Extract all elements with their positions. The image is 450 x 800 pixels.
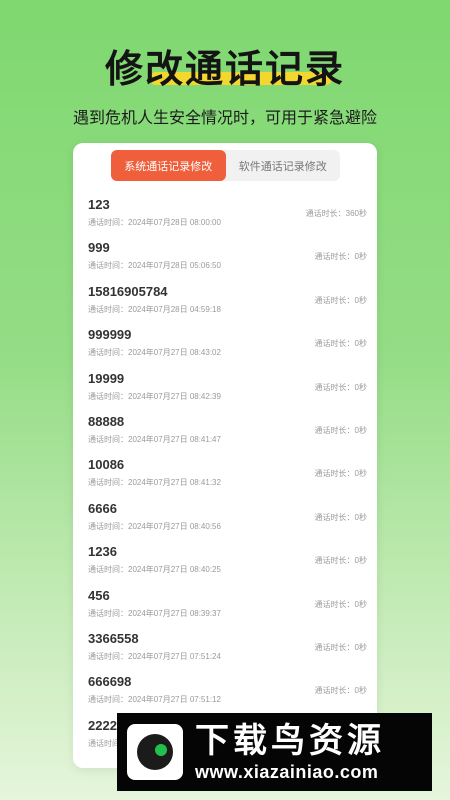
page-subtitle: 遇到危机人生安全情况时，可用于紧急避险 <box>72 110 377 127</box>
call-duration: 通话时长：0秒 <box>314 469 367 479</box>
call-number: 2222 <box>88 717 117 733</box>
call-duration: 通话时长：0秒 <box>314 382 367 392</box>
call-record-row[interactable]: 123 通话时间：2024年07月28日 08:00:00 通话时长：360秒 <box>73 193 377 236</box>
call-number: 6666 <box>88 500 117 516</box>
bird-logo-icon <box>127 724 183 780</box>
call-number: 15816905784 <box>88 283 168 299</box>
call-time: 通话时间：2024年07月27日 08:41:32 <box>88 478 221 488</box>
call-duration: 通话时长：360秒 <box>305 209 367 218</box>
call-time: 通话时间：2024年07月28日 08:00:00 <box>88 218 221 227</box>
call-number: 3366558 <box>88 630 139 646</box>
call-time: 通话时间：2024年07月27日 08:39:37 <box>88 608 221 618</box>
call-duration: 通话时长：0秒 <box>314 295 367 305</box>
watermark-url: www.xiazainiao.com <box>195 762 379 782</box>
call-number: 10086 <box>88 457 125 473</box>
tab-app-call-records[interactable]: 软件通话记录修改 <box>226 150 341 181</box>
tab-bar: 系统通话记录修改 软件通话记录修改 <box>111 150 340 181</box>
call-record-row[interactable]: 88888 通话时间：2024年07月27日 08:41:47 通话时长：0秒 <box>73 410 377 453</box>
call-number: 666698 <box>88 674 132 690</box>
call-record-row[interactable]: 456 通话时间：2024年07月27日 08:39:37 通话时长：0秒 <box>73 584 377 627</box>
call-record-row[interactable]: 19999 通话时间：2024年07月27日 08:42:39 通话时长：0秒 <box>73 367 377 410</box>
call-duration: 通话时长：0秒 <box>314 512 367 522</box>
call-time: 通话时间：2024年07月28日 04:59:18 <box>88 304 221 314</box>
call-duration: 通话时长：0秒 <box>314 599 367 609</box>
call-record-row[interactable]: 10086 通话时间：2024年07月27日 08:41:32 通话时长：0秒 <box>73 453 377 496</box>
call-record-row[interactable]: 999999 通话时间：2024年07月27日 08:43:02 通话时长：0秒 <box>73 323 377 366</box>
call-time: 通话时间：2024年07月27日 08:41:47 <box>88 434 221 444</box>
call-duration: 通话时长：0秒 <box>314 556 367 566</box>
call-number: 456 <box>88 587 110 603</box>
page-title: 修改通话记录 <box>0 38 450 93</box>
call-record-list: 123 通话时间：2024年07月28日 08:00:00 通话时长：360秒 … <box>73 193 377 757</box>
call-duration: 通话时长：0秒 <box>314 339 367 349</box>
page-title-text: 修改通话记录 <box>104 49 345 91</box>
call-duration: 通话时长：0秒 <box>314 425 367 435</box>
call-duration: 通话时长：0秒 <box>314 686 367 696</box>
call-record-card: 系统通话记录修改 软件通话记录修改 123 通话时间：2024年07月28日 0… <box>73 143 377 768</box>
call-record-row[interactable]: 15816905784 通话时间：2024年07月28日 04:59:18 通话… <box>73 280 377 323</box>
call-duration: 通话时长：0秒 <box>314 642 367 652</box>
call-record-row[interactable]: 666698 通话时间：2024年07月27日 07:51:12 通话时长：0秒 <box>73 670 377 713</box>
call-number: 999999 <box>88 327 132 343</box>
tab-system-call-records[interactable]: 系统通话记录修改 <box>111 150 226 181</box>
call-time: 通话时间：2024年07月27日 08:40:56 <box>88 521 221 531</box>
call-time: 通话时间：2024年07月28日 05:06:50 <box>88 261 221 271</box>
call-number: 123 <box>88 197 110 212</box>
call-record-row[interactable]: 6666 通话时间：2024年07月27日 08:40:56 通话时长：0秒 <box>73 497 377 540</box>
call-duration: 通话时长：0秒 <box>314 252 367 262</box>
call-time: 通话时间：2024年07月27日 08:42:39 <box>88 391 221 401</box>
call-record-row[interactable]: 1236 通话时间：2024年07月27日 08:40:25 通话时长：0秒 <box>73 540 377 583</box>
watermark-banner: 下载鸟资源 www.xiazainiao.com <box>117 713 432 791</box>
call-record-row[interactable]: 3366558 通话时间：2024年07月27日 07:51:24 通话时长：0… <box>73 627 377 670</box>
call-number: 19999 <box>88 370 125 386</box>
call-record-row[interactable]: 999 通话时间：2024年07月28日 05:06:50 通话时长：0秒 <box>73 236 377 279</box>
call-number: 999 <box>88 240 110 256</box>
call-time: 通话时间：2024年07月27日 08:43:02 <box>88 348 221 358</box>
call-time: 通话时间：2024年07月27日 08:40:25 <box>88 565 221 575</box>
call-time: 通话时间：2024年07月27日 07:51:12 <box>88 695 221 705</box>
call-time: 通话时间：2024年07月27日 07:51:24 <box>88 651 221 661</box>
watermark-title: 下载鸟资源 <box>195 722 385 760</box>
call-number: 1236 <box>88 544 117 560</box>
call-number: 88888 <box>88 413 125 429</box>
